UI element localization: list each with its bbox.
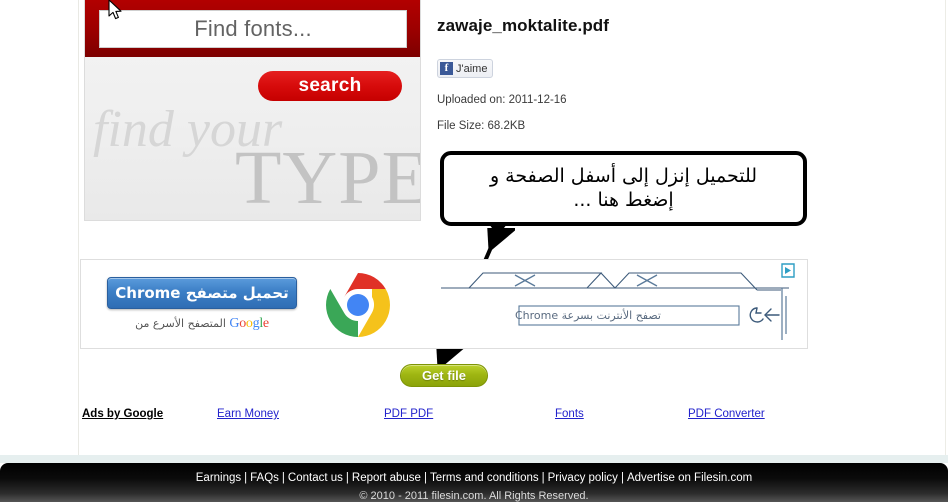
page-title: zawaje_moktalite.pdf <box>437 16 610 35</box>
callout-line-1: للتحميل إنزل إلى أسفل الصفحة و <box>489 164 758 187</box>
ad-link-fonts[interactable]: Fonts <box>555 408 584 420</box>
footer-links: Earnings | FAQs | Contact us | Report abuse | Te… <box>0 472 948 484</box>
page-container-left-edge <box>78 0 79 463</box>
search-input[interactable]: Find fonts... <box>99 10 407 48</box>
arabic-instruction-callout: للتحميل إنزل إلى أسفل الصفحة و إضغط هنا … <box>440 151 807 226</box>
footer-separator: | <box>281 472 285 484</box>
browser-illustration-icon <box>441 272 789 340</box>
chrome-advertisement[interactable]: تحميل متصفح Chrome Google المتصفح الأسرع… <box>80 259 808 349</box>
footer-separator: | <box>423 472 427 484</box>
callout-text: للتحميل إنزل إلى أسفل الصفحة و إضغط هنا … <box>480 165 767 213</box>
ad-link-earn-money[interactable]: Earn Money <box>217 408 279 420</box>
uploaded-on-text: Uploaded on: 2011-12-16 <box>437 94 567 106</box>
footer-link-contact-us[interactable]: Contact us <box>288 472 343 484</box>
find-fonts-banner: Find fonts... search find your TYPE <box>84 0 421 221</box>
footer-separator: | <box>345 472 349 484</box>
callout-line-2: إضغط هنا ... <box>573 188 674 211</box>
facebook-f-icon: f <box>440 62 453 75</box>
chrome-logo-icon <box>326 273 390 337</box>
facebook-like-label: J'aime <box>456 62 488 75</box>
page-container-right-edge <box>945 0 946 463</box>
footer-top-strip <box>0 455 948 463</box>
ads-by-google-label[interactable]: Ads by Google <box>82 408 163 420</box>
footer-link-report-abuse[interactable]: Report abuse <box>352 472 421 484</box>
adchoices-icon[interactable] <box>781 263 799 279</box>
google-wordmark: Google <box>229 316 269 331</box>
ad-link-pdf-pdf[interactable]: PDF PDF <box>384 408 433 420</box>
footer-link-privacy[interactable]: Privacy policy <box>548 472 618 484</box>
site-footer: Earnings | FAQs | Contact us | Report abuse | Te… <box>0 463 948 502</box>
browser-url-text: تصفح الأنترنت بسرعة Chrome <box>515 309 661 322</box>
facebook-like-button[interactable]: f J'aime <box>437 59 494 78</box>
search-button[interactable]: search <box>258 71 402 101</box>
footer-separator: | <box>620 472 624 484</box>
footer-copyright: © 2010 - 2011 filesin.com. All Rights Re… <box>359 490 589 502</box>
footer-link-faqs[interactable]: FAQs <box>250 472 279 484</box>
chrome-download-label: تحميل متصفح Chrome <box>115 284 289 302</box>
search-input-placeholder: Find fonts... <box>194 16 312 41</box>
tagline-caps: TYPE <box>235 136 421 220</box>
ad-link-pdf-converter[interactable]: PDF Converter <box>688 408 765 420</box>
get-file-button[interactable]: Get file <box>400 364 488 387</box>
mouse-cursor-icon <box>108 0 122 20</box>
footer-link-earnings[interactable]: Earnings <box>196 472 241 484</box>
chrome-subtext: Google المتصفح الأسرع من <box>107 316 297 332</box>
footer-separator: | <box>541 472 545 484</box>
footer-separator: | <box>244 472 248 484</box>
chrome-download-button[interactable]: تحميل متصفح Chrome <box>107 277 297 309</box>
search-button-label: search <box>298 75 362 96</box>
chrome-subtext-label: المتصفح الأسرع من <box>135 317 226 330</box>
get-file-label: Get file <box>421 368 467 383</box>
banner-red-bar: Find fonts... <box>85 0 420 57</box>
footer-link-terms[interactable]: Terms and conditions <box>430 472 539 484</box>
page-root: Find fonts... search find your TYPE zawa… <box>0 0 948 502</box>
footer-link-advertise[interactable]: Advertise on Filesin.com <box>627 472 752 484</box>
file-size-text: File Size: 68.2KB <box>437 120 526 132</box>
ads-by-google-row: Ads by Google Earn Money PDF PDF Fonts P… <box>80 408 808 426</box>
